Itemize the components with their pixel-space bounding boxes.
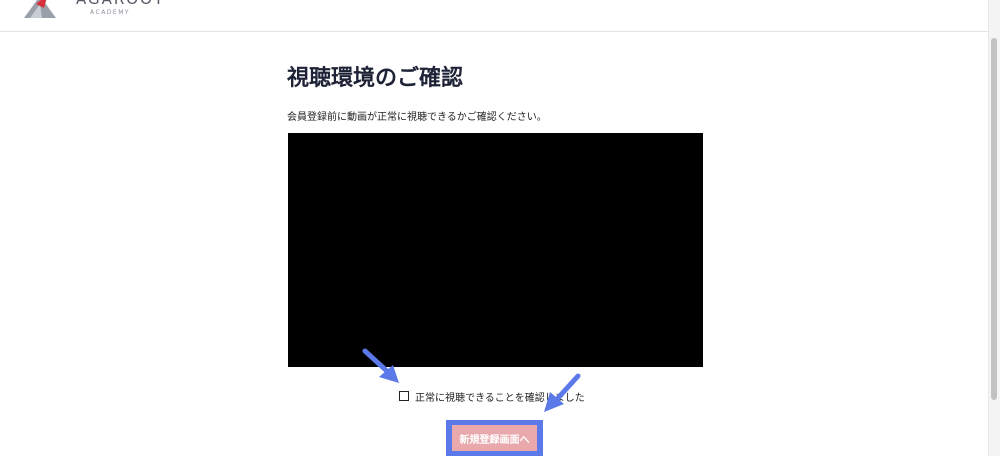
page: AGAROOT ACADEMY 視聴環境のご確認 会員登録前に動画が正常に視聴で… [0,0,1000,456]
register-button[interactable]: 新規登録画面へ [452,425,537,451]
logo[interactable]: AGAROOT ACADEMY [20,0,163,24]
logo-subtext: ACADEMY [90,9,131,16]
agaroot-logo-icon [24,0,56,18]
intro-text: 会員登録前に動画が正常に視聴できるかご確認ください。 [287,112,547,123]
arrow-down-right-icon [362,348,399,383]
arrow-down-left-icon [544,373,581,412]
video-player[interactable] [288,133,703,367]
logo-text: AGAROOT [76,0,165,8]
scrollbar-thumb[interactable] [991,38,997,400]
page-title: 視聴環境のご確認 [287,66,464,91]
site-header: AGAROOT ACADEMY [0,0,988,32]
